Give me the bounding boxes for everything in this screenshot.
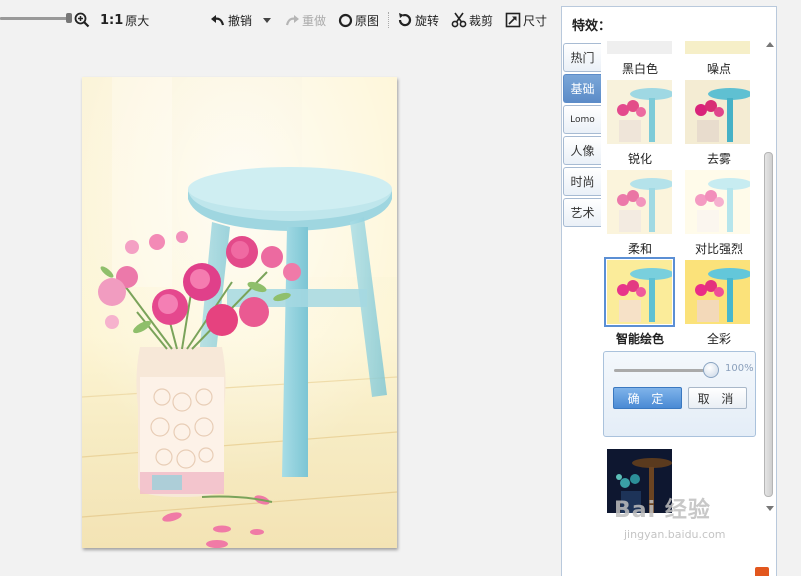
effect-intensity-popup: 100% 确 定 取 消 bbox=[603, 351, 756, 437]
tab-portrait[interactable]: 人像 bbox=[563, 136, 601, 165]
intensity-value: 100% bbox=[725, 363, 754, 374]
redo-label: 重做 bbox=[302, 13, 327, 28]
effect-label-contrast: 对比强烈 bbox=[694, 242, 743, 256]
zoom-in-icon bbox=[74, 12, 90, 28]
toolbar-divider bbox=[388, 12, 389, 28]
ratio-label: 1:1 bbox=[100, 12, 124, 28]
crop-button[interactable]: 裁剪 bbox=[451, 10, 493, 30]
tab-basic[interactable]: 基础 bbox=[563, 74, 601, 103]
undo-button[interactable]: 撤销 bbox=[210, 10, 252, 30]
toolbar: 1:1 原大 撤销 重做 原图 旋转 裁剪 尺寸 bbox=[0, 0, 560, 38]
undo-label: 撤销 bbox=[228, 13, 253, 28]
resize-label: 尺寸 bbox=[523, 13, 548, 28]
effect-thumb-dark[interactable] bbox=[607, 449, 672, 513]
effects-scrollbar[interactable] bbox=[763, 40, 775, 516]
resize-button[interactable]: 尺寸 bbox=[505, 10, 547, 30]
effect-preview bbox=[607, 80, 672, 144]
original-image-label: 原图 bbox=[355, 13, 380, 28]
intensity-slider-handle[interactable] bbox=[703, 362, 719, 378]
panel-title: 特效： bbox=[572, 19, 612, 34]
scroll-thumb[interactable] bbox=[764, 152, 773, 497]
original-image-button[interactable]: 原图 bbox=[338, 10, 379, 30]
original-size-button[interactable]: 1:1 原大 bbox=[100, 10, 149, 30]
effect-preview bbox=[685, 260, 750, 324]
rotate-icon bbox=[398, 13, 412, 27]
effect-label-soft: 柔和 bbox=[627, 242, 652, 256]
intensity-slider-track[interactable] bbox=[614, 369, 714, 372]
effect-thumb-smart-color[interactable] bbox=[604, 257, 675, 327]
effect-label-noise: 噪点 bbox=[706, 62, 731, 76]
chevron-down-icon bbox=[263, 18, 271, 23]
effect-thumb-dehaze[interactable] bbox=[685, 80, 750, 144]
tab-hot[interactable]: 热门 bbox=[563, 43, 601, 72]
crop-label: 裁剪 bbox=[469, 13, 494, 28]
effect-thumb-contrast[interactable] bbox=[685, 170, 750, 234]
rotate-label: 旋转 bbox=[415, 13, 440, 28]
corner-badge bbox=[755, 567, 769, 576]
confirm-button[interactable]: 确 定 bbox=[613, 387, 682, 409]
photo-canvas[interactable] bbox=[82, 77, 397, 548]
effect-thumb-soft[interactable] bbox=[607, 170, 672, 234]
effect-preview bbox=[685, 80, 750, 144]
scroll-up-icon[interactable] bbox=[766, 42, 774, 47]
effect-thumb-bw[interactable] bbox=[607, 41, 672, 54]
circle-icon bbox=[338, 13, 353, 27]
effect-thumb-noise[interactable] bbox=[685, 41, 750, 54]
effect-thumb-full-color[interactable] bbox=[685, 260, 750, 324]
effect-label-dehaze: 去雾 bbox=[706, 152, 731, 166]
scissors-icon bbox=[451, 12, 467, 28]
tab-fashion[interactable]: 时尚 bbox=[563, 167, 601, 196]
effect-label-smart-color: 智能绘色 bbox=[615, 332, 664, 346]
zoom-slider-track[interactable] bbox=[0, 17, 68, 20]
cancel-button[interactable]: 取 消 bbox=[688, 387, 747, 409]
zoom-in-button[interactable] bbox=[74, 10, 90, 30]
redo-icon bbox=[285, 15, 299, 26]
redo-button[interactable]: 重做 bbox=[284, 10, 326, 30]
effect-label-full-color: 全彩 bbox=[706, 332, 731, 346]
effect-label-bw: 黑白色 bbox=[621, 62, 658, 76]
resize-icon bbox=[505, 12, 521, 28]
effects-panel: 特效： 热门 基础 Lomo 人像 时尚 艺术 黑白色 噪点 锐化 去雾 柔和 … bbox=[561, 6, 777, 576]
effect-preview bbox=[607, 260, 672, 324]
effect-preview bbox=[607, 449, 672, 513]
undo-icon bbox=[211, 15, 225, 26]
photo-image bbox=[82, 77, 397, 548]
effect-thumb-sharpen[interactable] bbox=[607, 80, 672, 144]
undo-history-dropdown[interactable] bbox=[262, 10, 272, 30]
effect-preview bbox=[607, 170, 672, 234]
original-size-label: 原大 bbox=[125, 13, 150, 28]
scroll-down-icon[interactable] bbox=[766, 506, 774, 511]
tab-lomo[interactable]: Lomo bbox=[563, 105, 601, 134]
zoom-slider-handle[interactable] bbox=[66, 13, 72, 23]
effect-preview bbox=[685, 170, 750, 234]
rotate-button[interactable]: 旋转 bbox=[397, 10, 439, 30]
tab-art[interactable]: 艺术 bbox=[563, 198, 601, 227]
effect-label-sharpen: 锐化 bbox=[627, 152, 652, 166]
